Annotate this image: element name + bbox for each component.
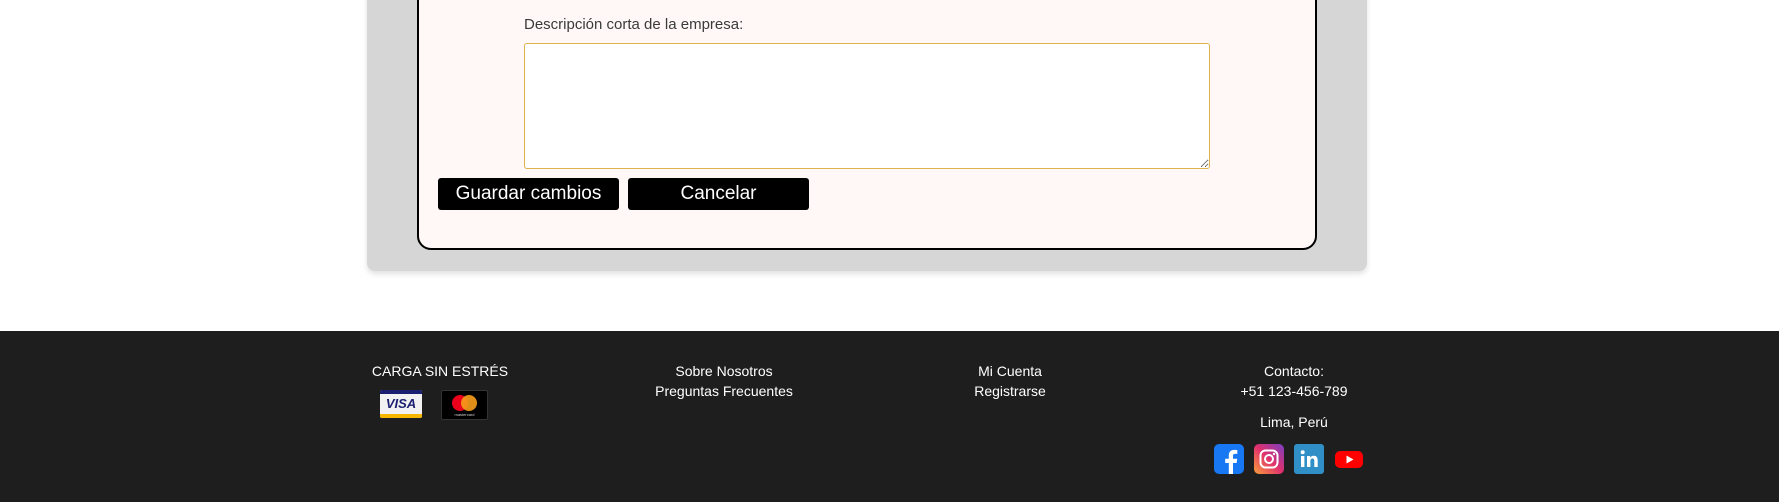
facebook-icon[interactable] xyxy=(1214,444,1244,474)
mastercard-text: mastercard xyxy=(454,412,475,417)
footer-contact-column: Contacto: +51 123-456-789 xyxy=(1214,361,1374,401)
cancel-button[interactable]: Cancelar xyxy=(628,178,809,210)
my-account-link[interactable]: Mi Cuenta xyxy=(930,361,1090,381)
linkedin-icon[interactable] xyxy=(1294,444,1324,474)
register-link[interactable]: Registrarse xyxy=(930,381,1090,401)
faq-link[interactable]: Preguntas Frecuentes xyxy=(624,381,824,401)
youtube-icon[interactable] xyxy=(1334,444,1364,474)
brand-name: CARGA SIN ESTRÉS xyxy=(371,363,509,379)
footer: CARGA SIN ESTRÉS VISA mastercard Sobre N… xyxy=(0,331,1779,502)
contact-location: Lima, Perú xyxy=(1260,414,1328,430)
visa-text: VISA xyxy=(385,396,417,411)
social-links xyxy=(1214,444,1364,474)
footer-brand-column: CARGA SIN ESTRÉS xyxy=(360,361,520,381)
footer-about-column: Sobre Nosotros Preguntas Frecuentes xyxy=(624,361,824,401)
description-textarea[interactable] xyxy=(524,43,1210,169)
payment-methods: VISA mastercard xyxy=(380,390,488,420)
about-us-link[interactable]: Sobre Nosotros xyxy=(624,361,824,381)
visa-icon: VISA xyxy=(380,390,422,418)
instagram-icon[interactable] xyxy=(1254,444,1284,474)
mastercard-icon: mastercard xyxy=(441,390,488,420)
save-button[interactable]: Guardar cambios xyxy=(438,178,619,210)
description-label: Descripción corta de la empresa: xyxy=(524,16,744,33)
footer-account-column: Mi Cuenta Registrarse xyxy=(930,361,1090,401)
contact-phone: +51 123-456-789 xyxy=(1240,383,1348,399)
contact-label: Contacto: xyxy=(1264,363,1324,379)
